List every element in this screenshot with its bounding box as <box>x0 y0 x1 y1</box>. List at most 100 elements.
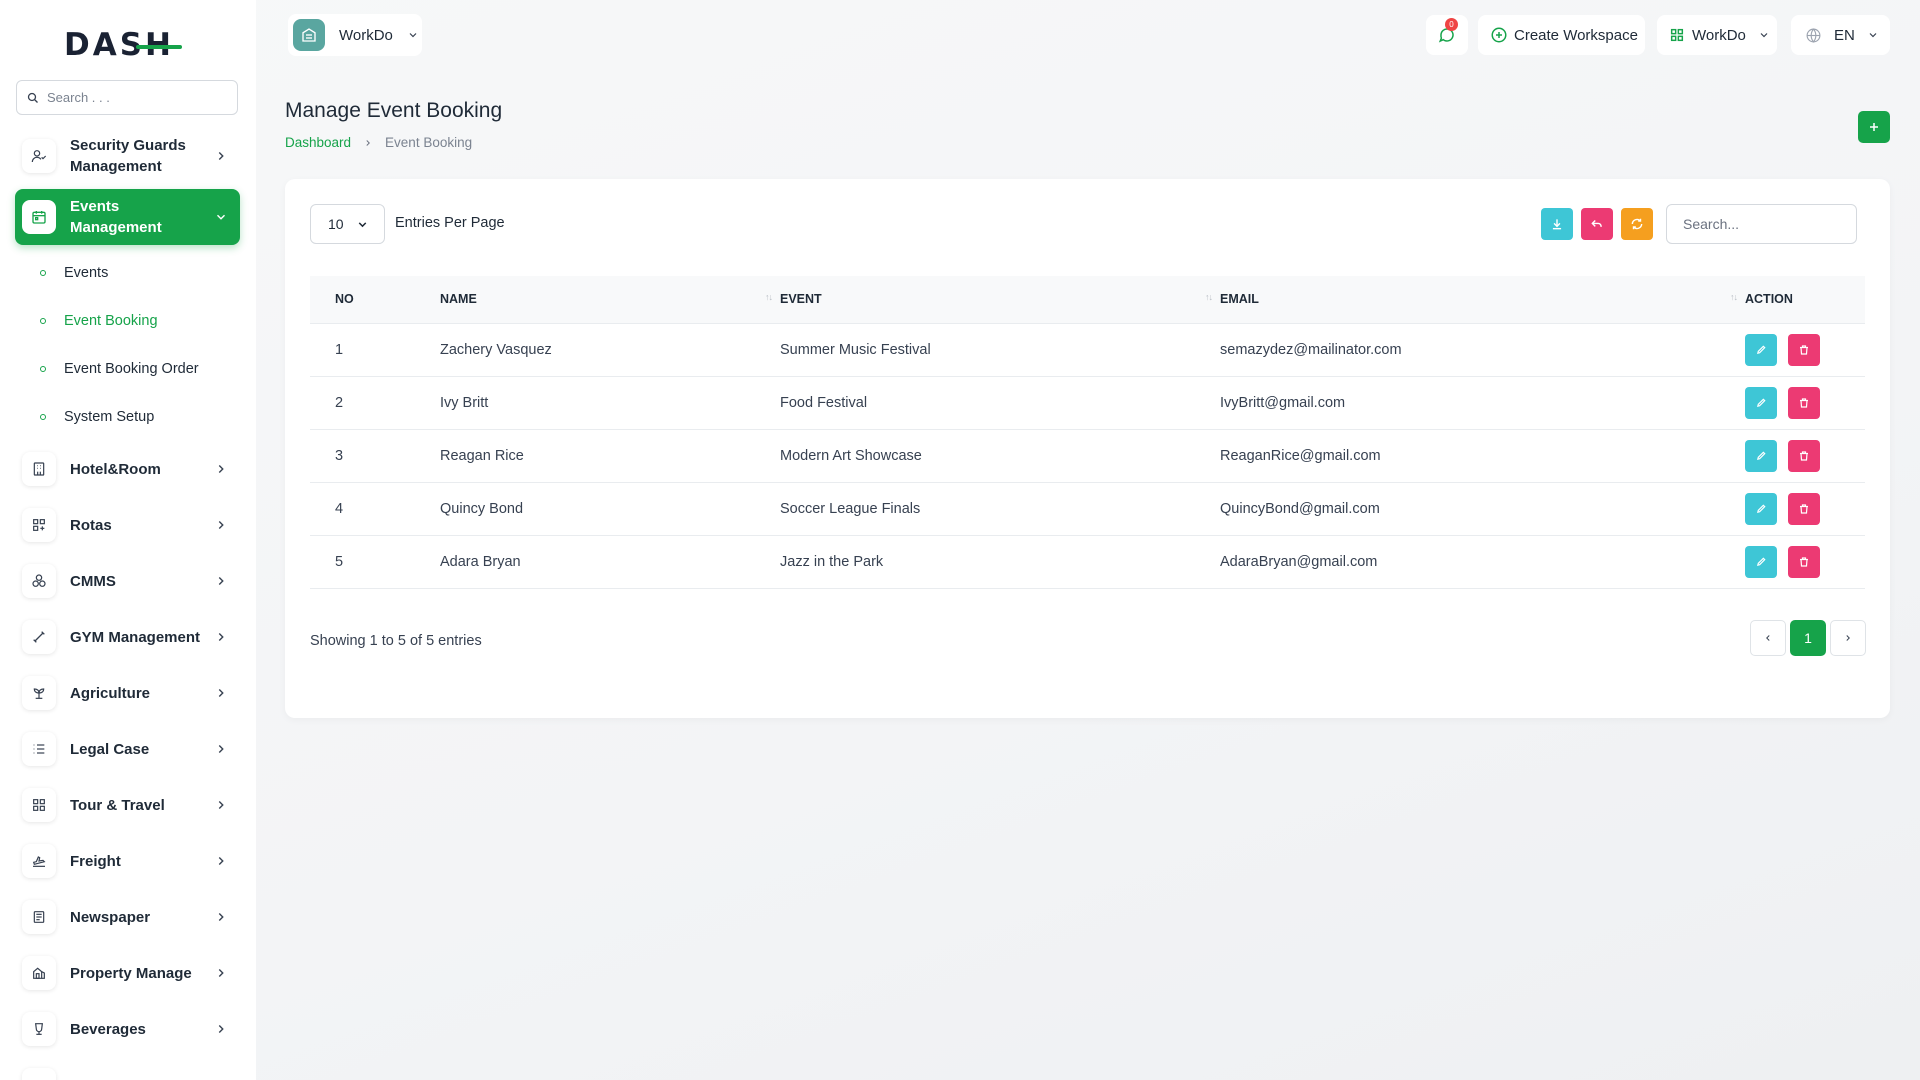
cell-event: Soccer League Finals <box>780 500 921 517</box>
edit-button[interactable] <box>1745 492 1777 525</box>
chevron-right-icon <box>1846 635 1850 641</box>
cell-no: 3 <box>335 447 344 464</box>
column-header-name[interactable]: NAME ↑↓ <box>440 276 780 323</box>
cell-actions <box>1745 535 1865 588</box>
language-selector[interactable]: EN <box>1791 15 1890 55</box>
pagination-prev-button[interactable] <box>1750 620 1786 656</box>
sidebar-subitem-event-booking[interactable]: Event Booking <box>40 310 158 332</box>
sidebar-item-tour-travel[interactable]: Tour & Travel <box>15 785 240 825</box>
column-header-label: ACTION <box>1745 292 1793 307</box>
column-header-email[interactable]: EMAIL ↑↓ <box>1220 276 1745 323</box>
table-header-row: NO NAME ↑↓ EVENT ↑↓ EMAIL ↑↓ ACTION <box>310 276 1865 323</box>
sidebar-search <box>16 80 238 115</box>
chevron-right-icon <box>218 521 224 529</box>
delete-button[interactable] <box>1788 439 1821 472</box>
workspace-menu-button[interactable]: WorkDo <box>1657 15 1777 55</box>
column-header-no[interactable]: NO <box>310 276 440 323</box>
sidebar-item-cmms[interactable]: CMMS <box>15 561 240 601</box>
brand-logo[interactable]: DASH <box>64 27 182 63</box>
sidebar-item-agriculture[interactable]: Agriculture <box>15 673 240 713</box>
edit-button[interactable] <box>1745 333 1777 366</box>
sidebar-subitem-label: Events <box>64 265 109 281</box>
sidebar-search-input[interactable] <box>47 90 227 105</box>
sidebar-item-property-manage[interactable]: Property Manage <box>15 953 240 993</box>
cell-no: 1 <box>335 341 344 358</box>
cell-email: IvyBritt@gmail.com <box>1220 394 1346 411</box>
sidebar-item-freight[interactable]: Freight <box>15 841 240 881</box>
event-booking-table: NO NAME ↑↓ EVENT ↑↓ EMAIL ↑↓ ACTION 1 Zache… <box>310 276 1865 589</box>
building-icon <box>22 452 56 486</box>
sidebar-subitem-events[interactable]: Events <box>40 262 108 284</box>
bullet-icon <box>40 414 46 420</box>
edit-button[interactable] <box>1745 545 1777 578</box>
chevron-right-icon <box>366 139 371 146</box>
reset-button[interactable] <box>1581 208 1613 240</box>
messages-button[interactable]: 0 <box>1426 15 1468 55</box>
chevron-down-icon <box>1869 33 1877 38</box>
cell-name: Ivy Britt <box>440 394 489 411</box>
pagination-page-button[interactable]: 1 <box>1790 620 1826 656</box>
plus-icon <box>1870 123 1878 131</box>
sidebar-item-newspaper[interactable]: Newspaper <box>15 897 240 937</box>
pagination-next-button[interactable] <box>1830 620 1866 656</box>
delete-button[interactable] <box>1788 333 1821 366</box>
plant-icon <box>22 676 56 710</box>
newspaper-icon <box>22 900 56 934</box>
delete-button[interactable] <box>1788 386 1821 419</box>
cell-actions <box>1745 323 1865 376</box>
chevron-left-icon <box>1766 635 1770 641</box>
delete-button[interactable] <box>1788 545 1821 578</box>
sidebar-item-label: Property Manage <box>70 964 192 982</box>
sidebar-item-label: GYM Management <box>70 628 201 646</box>
cell-event: Summer Music Festival <box>780 341 931 358</box>
sidebar-item-gym-management[interactable]: GYM Management <box>15 617 240 657</box>
delete-button[interactable] <box>1788 492 1821 525</box>
sidebar-item-security-guards[interactable]: Security Guards Management <box>15 128 240 184</box>
export-button[interactable] <box>1541 208 1573 240</box>
logo-underline <box>136 45 182 49</box>
sidebar-item-label: Events Management <box>70 198 162 236</box>
pencil-icon <box>1756 345 1766 354</box>
refresh-button[interactable] <box>1621 208 1653 240</box>
trash-icon <box>1800 450 1809 461</box>
breadcrumb-dashboard-link[interactable]: Dashboard <box>285 135 351 150</box>
trash-icon <box>1800 556 1809 567</box>
cell-event: Food Festival <box>780 394 868 411</box>
cell-name: Reagan Rice <box>440 447 524 464</box>
sidebar-subitem-event-booking-order[interactable]: Event Booking Order <box>40 358 199 380</box>
cell-no: 4 <box>335 500 344 517</box>
sidebar-subitem-label: System Setup <box>64 409 155 425</box>
create-workspace-button[interactable]: Create Workspace <box>1478 15 1645 55</box>
sidebar-item-beverages[interactable]: Beverages <box>15 1009 240 1049</box>
table-row: 4 Quincy Bond Soccer League Finals Quinc… <box>310 482 1865 535</box>
pencil-icon <box>1756 557 1766 566</box>
sidebar-item-more[interactable] <box>15 1065 240 1080</box>
sidebar-item-rotas[interactable]: Rotas <box>15 505 240 545</box>
pencil-icon <box>1756 504 1766 513</box>
entries-per-page-select[interactable]: 10 <box>310 204 385 244</box>
sidebar-item-label: Hotel&Room <box>70 460 161 478</box>
sidebar: DASH Security Guards Management Events M… <box>0 0 256 1080</box>
table-search-input[interactable] <box>1666 204 1857 244</box>
edit-button[interactable] <box>1745 439 1777 472</box>
pencil-icon <box>1756 398 1766 407</box>
sidebar-item-events-management[interactable]: Events Management <box>15 189 240 245</box>
edit-button[interactable] <box>1745 386 1777 419</box>
sidebar-subitem-system-setup[interactable]: System Setup <box>40 406 154 428</box>
list-icon <box>22 732 56 766</box>
cell-name: Quincy Bond <box>440 500 524 517</box>
sidebar-item-legal-case[interactable]: Legal Case <box>15 729 240 769</box>
notification-badge: 0 <box>1445 18 1458 31</box>
table-row: 5 Adara Bryan Jazz in the Park AdaraBrya… <box>310 535 1865 588</box>
workspace-menu-label: WorkDo <box>1692 26 1746 44</box>
chevron-right-icon <box>218 1025 224 1033</box>
sidebar-item-hotel-room[interactable]: Hotel&Room <box>15 449 240 489</box>
undo-icon <box>1591 220 1602 227</box>
column-header-event[interactable]: EVENT ↑↓ <box>780 276 1220 323</box>
sidebar-subitem-label: Event Booking <box>64 313 158 329</box>
chevron-right-icon <box>218 633 224 641</box>
add-event-booking-button[interactable] <box>1858 111 1890 143</box>
chevron-right-icon <box>218 801 224 809</box>
workspace-switcher[interactable]: WorkDo <box>288 14 422 56</box>
column-header-label: NO <box>335 292 354 307</box>
